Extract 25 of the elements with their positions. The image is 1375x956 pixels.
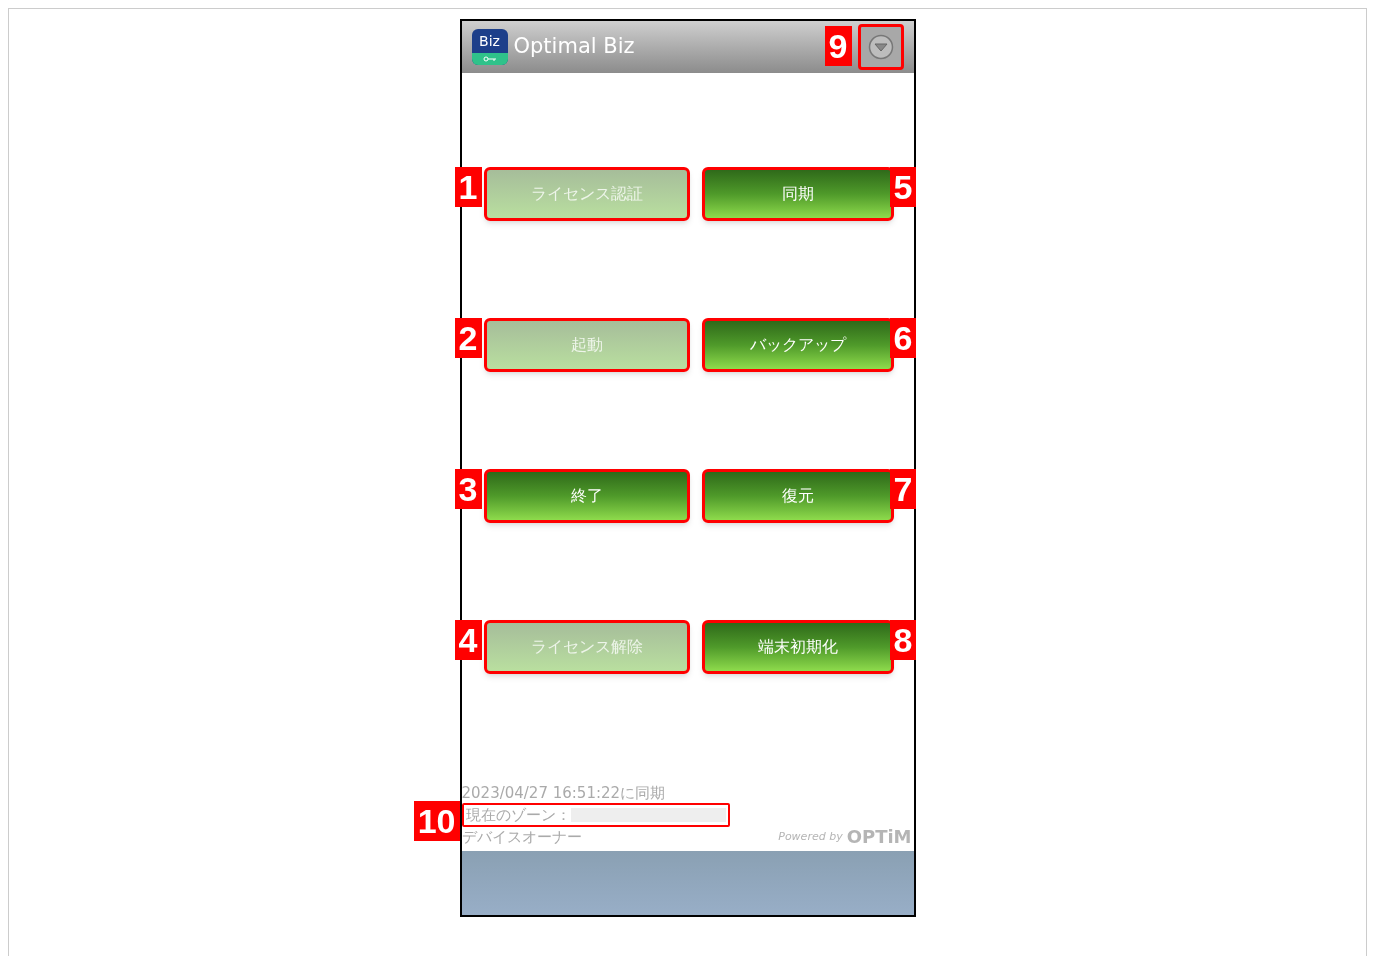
callout-number: 6 xyxy=(889,318,917,358)
action-button[interactable]: 端末初期化 xyxy=(701,620,894,674)
callout-number: 3 xyxy=(454,469,482,509)
menu-button[interactable] xyxy=(857,24,904,70)
logo-text: Biz xyxy=(478,32,501,51)
callout-number: 10 xyxy=(413,801,460,841)
app-title: Optimal Biz xyxy=(513,33,635,61)
callout-number: 1 xyxy=(454,167,482,207)
sync-status-text: 2023/04/27 16:51:22に同期 xyxy=(461,783,667,803)
callout-number: 9 xyxy=(824,26,852,66)
callout-number: 5 xyxy=(889,167,917,207)
callout-number: 4 xyxy=(454,620,482,660)
zone-label: 現在のゾーン： xyxy=(465,805,571,825)
key-icon xyxy=(482,56,497,62)
callout-number: 8 xyxy=(889,620,917,660)
owner-text: デバイスオーナー xyxy=(461,827,582,847)
action-button[interactable]: バックアップ xyxy=(701,318,894,372)
action-button[interactable]: 同期 xyxy=(701,167,894,221)
callout-number: 7 xyxy=(889,469,917,509)
action-button[interactable]: 復元 xyxy=(701,469,894,523)
powered-by-text: Powered by xyxy=(778,829,843,845)
brand-logo-text: OPTiM xyxy=(846,827,912,847)
callout-number: 2 xyxy=(454,318,482,358)
dropdown-icon xyxy=(867,34,894,60)
action-button[interactable]: 終了 xyxy=(483,469,690,523)
